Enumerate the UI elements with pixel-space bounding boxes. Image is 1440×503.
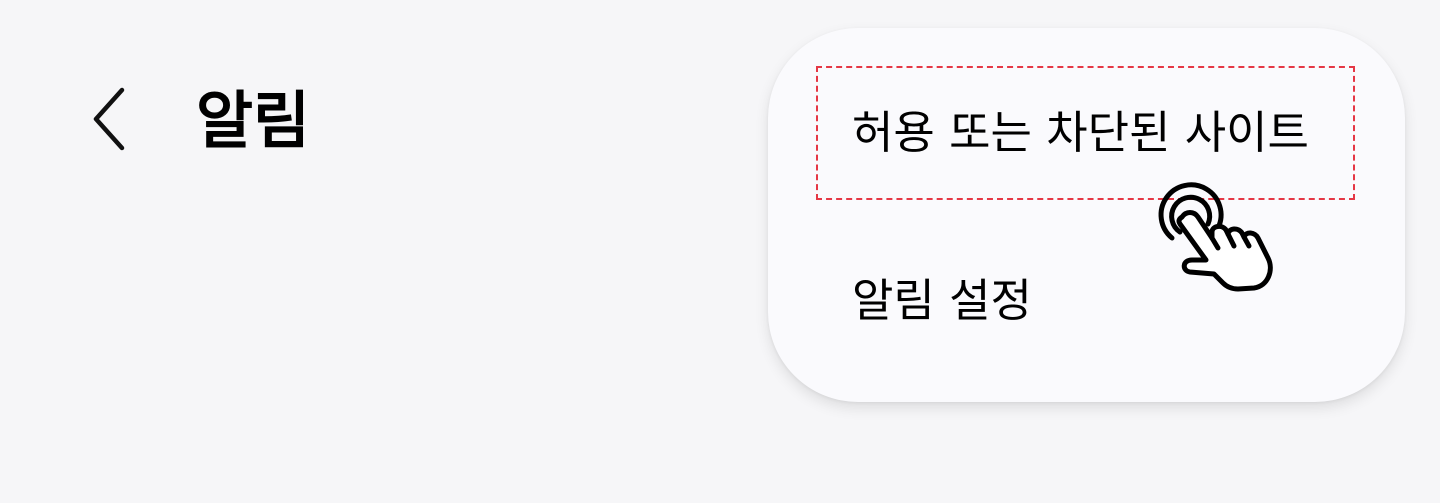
menu-item-allowed-blocked-sites[interactable]: 허용 또는 차단된 사이트: [852, 103, 1309, 163]
page-title: 알림: [196, 84, 311, 157]
back-button[interactable]: [78, 80, 138, 158]
chevron-left-icon: [93, 87, 125, 151]
overflow-menu: 허용 또는 차단된 사이트 알림 설정: [768, 28, 1405, 402]
tap-hand-icon: [1158, 182, 1273, 292]
app-header: 알림: [0, 0, 760, 250]
menu-item-notification-settings[interactable]: 알림 설정: [852, 271, 1032, 331]
